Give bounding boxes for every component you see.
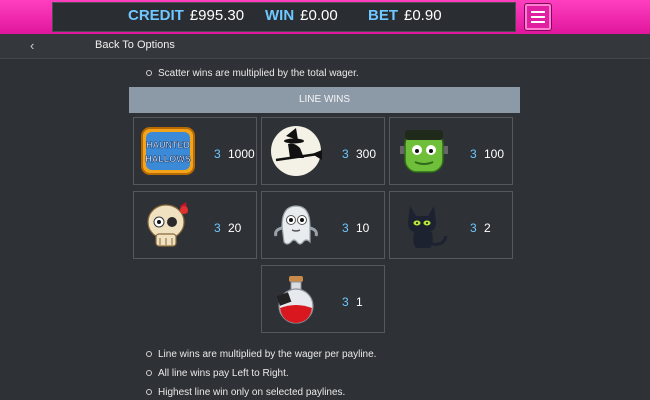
paytable-cell-frankenstein: 3 100: [389, 117, 513, 185]
symbol-count: 3: [470, 221, 477, 235]
note-left-to-right: All line wins pay Left to Right.: [146, 368, 289, 379]
bet-label: BET: [368, 7, 398, 24]
win-value: £0.00: [300, 7, 338, 24]
paytable-cell-ghost: 3 10: [261, 191, 385, 259]
symbol-count: 3: [470, 147, 477, 161]
skull-icon: [147, 202, 188, 247]
symbol-count: 3: [214, 147, 221, 161]
symbol-payout: 100: [484, 147, 505, 161]
bet-value: £0.90: [404, 7, 442, 24]
line-wins-header: LINE WINS: [129, 87, 520, 113]
credit-value: £995.30: [189, 7, 245, 24]
note-wager-per-payline: Line wins are multiplied by the wager pe…: [146, 349, 376, 360]
chevron-left-icon[interactable]: ‹: [30, 38, 34, 53]
symbol-payout: 2: [484, 221, 491, 235]
symbol-count: 3: [342, 221, 349, 235]
witch-on-broom-icon: [271, 126, 322, 176]
credit-label: CREDIT: [128, 7, 184, 24]
svg-text:HALLOWS: HALLOWS: [145, 154, 191, 164]
symbol-payout: 1000: [228, 147, 255, 161]
win-display: WIN £0.00: [265, 7, 338, 24]
svg-text:HAUNTED: HAUNTED: [146, 140, 190, 150]
back-to-options-link[interactable]: Back To Options: [95, 39, 175, 51]
credit-display: CREDIT £995.30: [128, 7, 244, 24]
win-label: WIN: [265, 7, 295, 24]
symbol-payout: 300: [356, 147, 377, 161]
paytable-cell-witch: 3 300: [261, 117, 385, 185]
nav-bar: ‹ Back To Options: [0, 34, 650, 59]
ghost-icon: [274, 205, 318, 245]
paytable-cell-skull: 3 20: [133, 191, 257, 259]
bet-display: BET £0.90: [368, 7, 442, 24]
black-cat-icon: [408, 206, 448, 248]
menu-button[interactable]: [524, 3, 552, 31]
hamburger-menu-icon: [531, 11, 545, 13]
note-highest-line-win: Highest line win only on selected paylin…: [146, 387, 345, 398]
potion-bottle-icon: [276, 276, 314, 324]
symbol-count: 3: [342, 295, 349, 309]
top-bar: CREDIT £995.30 WIN £0.00 BET £0.90: [0, 0, 650, 34]
symbol-payout: 20: [228, 221, 242, 235]
paytable-cell-cat: 3 2: [389, 191, 513, 259]
symbol-count: 3: [214, 221, 221, 235]
symbol-payout: 10: [356, 221, 370, 235]
frankenstein-icon: [400, 130, 448, 173]
paytable-cell-potion: 3 1: [261, 265, 385, 333]
note-scatter: Scatter wins are multiplied by the total…: [146, 68, 359, 79]
symbol-payout: 1: [356, 295, 363, 309]
haunted-hallows-logo: HAUNTED HALLOWS: [141, 127, 195, 175]
paytable-cell-logo: HAUNTED HALLOWS 3 1000: [133, 117, 257, 185]
symbol-count: 3: [342, 147, 349, 161]
